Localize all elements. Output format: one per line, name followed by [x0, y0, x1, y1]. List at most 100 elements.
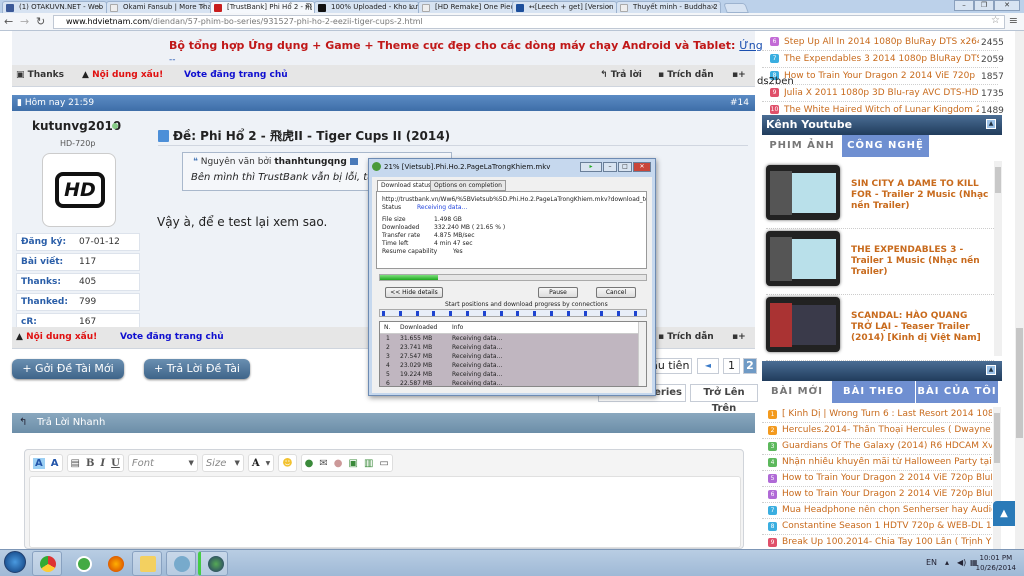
post-link[interactable]: Guardians Of The Galaxy (2014) R6 HDCAM … — [782, 441, 992, 451]
video-item[interactable]: SIN CITY A DAME TO KILL FOR - Trailer 2 … — [766, 161, 994, 229]
connection-row[interactable]: 1 31.655 MB Receiving data... — [380, 334, 646, 343]
connection-row[interactable]: 3 27.547 MB Receiving data... — [380, 352, 646, 361]
post-link[interactable]: How to Train Your Dragon 2 2014 ViE 720p… — [782, 473, 992, 483]
maximize-icon[interactable]: □ — [618, 162, 632, 172]
item-title[interactable]: How to Train Your Dragon 2 2014 ViE 720p — [784, 71, 979, 81]
back-to-top-button[interactable]: Trở Lên Trên — [690, 384, 758, 414]
top-list-item[interactable]: 9 Julia X 2011 1080p 3D Blu-ray AVC DTS-H… — [762, 85, 1004, 102]
chrome-icon[interactable] — [32, 551, 62, 576]
close-icon[interactable]: ✕ — [633, 162, 651, 172]
thanks-button[interactable]: ▣ Thanks — [16, 70, 64, 80]
video-title[interactable]: THE EXPENDABLES 3 - Trailer 1 Music (Nhạ… — [851, 245, 991, 278]
page-scrollbar[interactable] — [1015, 31, 1024, 549]
video-title[interactable]: SCANDAL: HÀO QUANG TRỞ LẠI - Teaser Trai… — [851, 311, 991, 344]
table-scrollbar[interactable] — [638, 322, 646, 386]
close-tab-icon[interactable]: × — [200, 2, 206, 13]
close-tab-icon[interactable]: × — [710, 2, 716, 13]
connection-row[interactable]: 6 22.587 MB Receiving data... — [380, 379, 646, 386]
size-select[interactable]: Size ▼ — [201, 454, 244, 472]
collapse-icon[interactable]: ▲ — [986, 365, 996, 375]
collapse-icon[interactable]: ▲ — [986, 119, 996, 129]
vote-link[interactable]: Vote đăng trang chủ — [120, 332, 224, 342]
italic-icon[interactable]: I — [100, 458, 105, 469]
video-item[interactable]: THE EXPENDABLES 3 - Trailer 1 Music (Nhạ… — [766, 227, 994, 295]
multiquote-icon[interactable]: ▪+ — [732, 70, 746, 80]
tab-followed-posts[interactable]: BÀI THEO DÕI — [832, 381, 916, 419]
reload-icon[interactable]: ↻ — [36, 15, 45, 28]
new-tab-button[interactable] — [723, 3, 749, 13]
cancel-button[interactable]: Cancel — [596, 287, 636, 298]
underline-icon[interactable]: U — [111, 458, 120, 469]
tab-buddha[interactable]: Thuyết minh - Buddha 2 T × — [616, 1, 721, 13]
new-post-item[interactable]: 2 Hercules.2014- Thần Thoại Hercules ( Dw… — [762, 423, 992, 439]
new-post-item[interactable]: 5 How to Train Your Dragon 2 2014 ViE 720… — [762, 471, 992, 487]
tab-okami[interactable]: Okami Fansub | More Tha × — [106, 1, 211, 13]
scroll-to-top-button[interactable]: ▲ — [993, 501, 1015, 526]
image-icon[interactable]: ▣ — [349, 458, 358, 469]
post-link[interactable]: How to Train Your Dragon 2 2014 ViE 720p… — [782, 489, 992, 499]
tab-download-status[interactable]: Download status — [377, 180, 436, 191]
video-thumbnail[interactable] — [766, 165, 840, 220]
tab-leech[interactable]: ↢[Leech + get] [Version 4 × — [512, 1, 617, 13]
firefox-icon[interactable] — [100, 551, 130, 576]
reply-thread-button[interactable]: + Trả Lời Đề Tài — [144, 359, 250, 379]
volume-icon[interactable]: ◀) — [957, 558, 966, 567]
posts-scrollbar[interactable] — [993, 407, 1001, 549]
coccoc-icon[interactable] — [68, 551, 98, 576]
tab-options-completion[interactable]: Options on completion — [430, 180, 506, 191]
item-title[interactable]: The White Haired Witch of Lunar Kingdom … — [784, 105, 979, 115]
switch-mode-icon[interactable]: A — [33, 457, 45, 469]
tab-trustbank[interactable]: [TrustBank] Phi Hổ 2 - 飛 × — [210, 1, 315, 13]
video-icon[interactable]: ▥ — [364, 458, 373, 469]
post-link[interactable]: Constantine Season 1 HDTV 720p & WEB-DL … — [782, 521, 992, 531]
tab-new-posts[interactable]: BÀI MỚI — [762, 381, 832, 403]
url-input[interactable]: www.hdvietnam.com/diendan/57-phim-bo-ser… — [53, 15, 1005, 29]
item-title[interactable]: Step Up All In 2014 1080p BluRay DTS x26… — [784, 37, 979, 47]
font-select[interactable]: Font ▼ — [127, 454, 198, 472]
new-thread-button[interactable]: + Gởi Đề Tài Mới — [12, 359, 124, 379]
restore-icon[interactable]: ▸ — [580, 162, 602, 172]
top-list-item[interactable]: 7 The Expendables 3 2014 1080p BluRay DTS… — [762, 51, 1004, 68]
tab-uploaded[interactable]: 100% Uploaded - Kho Lưu × — [314, 1, 419, 13]
chat-icon[interactable] — [166, 551, 196, 576]
post-number[interactable]: #14 — [730, 95, 749, 111]
post-link[interactable]: Break Up 100.2014- Chia Tay 100 Lần ( Tr… — [782, 537, 992, 547]
quote-button[interactable]: ▪ Trích dẫn — [658, 332, 714, 342]
new-post-item[interactable]: 1 [ Kinh Dị | Wrong Turn 6 : Last Resort … — [762, 407, 992, 423]
avatar[interactable]: HD — [42, 153, 116, 227]
close-tab-icon[interactable]: × — [304, 2, 310, 13]
top-list-item[interactable]: 8 How to Train Your Dragon 2 2014 ViE 720… — [762, 68, 1004, 85]
post-link[interactable]: [ Kinh Dị | Wrong Turn 6 : Last Resort 2… — [782, 409, 992, 419]
new-post-item[interactable]: 8 Constantine Season 1 HDTV 720p & WEB-DL… — [762, 519, 992, 535]
start-button[interactable] — [4, 551, 26, 573]
username[interactable]: kutunvg2010 — [32, 119, 121, 133]
pagination-prev[interactable]: ◄ — [697, 358, 719, 374]
reply-button[interactable]: ↰ Trả lời — [600, 70, 642, 80]
clock[interactable]: 10:01 PM 10/26/2014 — [976, 553, 1016, 573]
pagination-page[interactable]: 1 — [723, 358, 740, 374]
tab-onepiece[interactable]: [HD Remake] One Piece E× — [418, 1, 523, 13]
new-post-item[interactable]: 6 How to Train Your Dragon 2 2014 ViE 720… — [762, 487, 992, 503]
item-title[interactable]: The Expendables 3 2014 1080p BluRay DTS — [784, 54, 979, 64]
tab-my-posts[interactable]: BÀI CỦA TÔI — [916, 381, 998, 403]
video-item[interactable]: SCANDAL: HÀO QUANG TRỞ LẠI - Teaser Trai… — [766, 293, 994, 361]
forward-icon[interactable]: → — [20, 15, 29, 28]
video-thumbnail[interactable] — [766, 231, 840, 286]
post-link[interactable]: Hercules.2014- Thần Thoại Hercules ( Dwa… — [782, 425, 992, 435]
post-link[interactable]: Mua Headphone nên chọn Senherser hay Aud… — [782, 505, 992, 515]
video-title[interactable]: SIN CITY A DAME TO KILL FOR - Trailer 2 … — [851, 179, 991, 212]
connection-row[interactable]: 2 23.741 MB Receiving data... — [380, 343, 646, 352]
paste-icon[interactable]: ▤ — [71, 458, 80, 469]
item-title[interactable]: Julia X 2011 1080p 3D Blu-ray AVC DTS-HD… — [784, 88, 979, 98]
vote-link[interactable]: Vote đăng trang chủ — [184, 70, 288, 80]
pause-button[interactable]: Pause — [538, 287, 578, 298]
idm-icon[interactable] — [198, 551, 228, 576]
quote-button[interactable]: ▪ Trích dẫn — [658, 70, 714, 80]
minimize-icon[interactable]: – — [954, 0, 974, 11]
new-post-item[interactable]: 9 Break Up 100.2014- Chia Tay 100 Lần ( T… — [762, 535, 992, 549]
new-post-item[interactable]: 3 Guardians Of The Galaxy (2014) R6 HDCAM… — [762, 439, 992, 455]
video-scrollbar[interactable] — [994, 161, 1002, 356]
link-icon[interactable]: ● — [305, 458, 314, 469]
text-color-select[interactable]: A ▼ — [247, 454, 275, 472]
new-post-item[interactable]: 7 Mua Headphone nên chọn Senherser hay Au… — [762, 503, 992, 519]
